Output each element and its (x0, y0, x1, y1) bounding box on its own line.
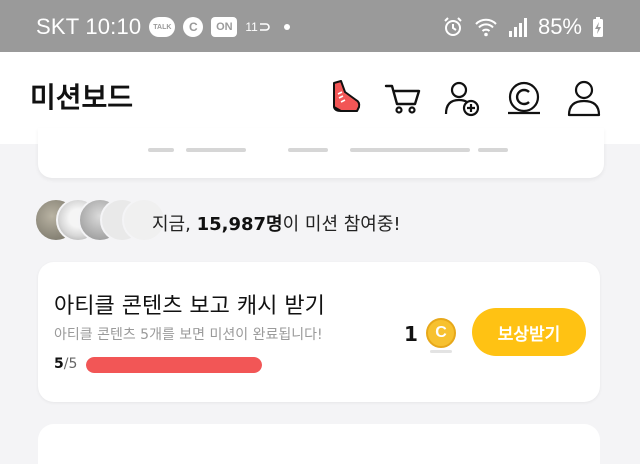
progress-bar (86, 357, 262, 373)
progress-count: 5/5 (54, 356, 78, 372)
carrier-time: SKT 10:10 (36, 14, 141, 40)
page-title: 미션보드 (30, 81, 134, 114)
battery-percent: 85% (537, 14, 582, 39)
mission-title: 아티클 콘텐츠 보고 캐시 받기 (54, 294, 325, 319)
participant-count: 15,987명 (196, 214, 283, 235)
wifi-icon (475, 18, 497, 37)
alarm-icon (444, 17, 462, 36)
clock: 10:10 (85, 14, 142, 39)
more-notifications-dot (283, 24, 290, 30)
faded-text (148, 148, 174, 152)
carrier-label: SKT (36, 14, 79, 39)
previous-mission-card[interactable] (38, 128, 604, 178)
c-notification-icon: C (183, 17, 204, 37)
coin-history-icon[interactable] (504, 78, 544, 118)
11st-notification-icon: 11 (245, 20, 270, 34)
next-mission-card[interactable] (38, 424, 600, 464)
coin-icon: C (426, 318, 456, 348)
faded-text (288, 148, 328, 152)
coin-shadow (430, 350, 452, 353)
faded-text (350, 148, 470, 152)
on-notification-icon: ON (211, 17, 238, 37)
faded-text (186, 148, 246, 152)
sneaker-icon[interactable] (325, 78, 365, 118)
claim-reward-button[interactable]: 보상받기 (472, 308, 586, 356)
status-left: SKT 10:10 TALK C ON 11 (36, 14, 290, 40)
participants-text: 지금, 15,987명이 미션 참여중! (152, 214, 401, 235)
signal-icon (508, 18, 527, 37)
mission-card[interactable]: 아티클 콘텐츠 보고 캐시 받기 아티클 콘텐츠 5개를 보면 미션이 완료됩니… (38, 262, 600, 402)
add-user-icon[interactable] (442, 78, 482, 118)
status-right: 85% (442, 14, 604, 40)
mission-description: 아티클 콘텐츠 5개를 보면 미션이 완료됩니다! (54, 327, 323, 343)
reward-amount: 1 (404, 322, 418, 346)
faded-text (478, 148, 508, 152)
progress-fill (86, 357, 262, 373)
participants-row: 지금, 15,987명이 미션 참여중! (34, 198, 634, 244)
status-bar: SKT 10:10 TALK C ON 11 85% (0, 0, 640, 52)
talk-notification-icon: TALK (149, 17, 176, 37)
cart-icon[interactable] (382, 78, 422, 118)
profile-icon[interactable] (564, 78, 604, 118)
battery-charging-icon (593, 17, 603, 37)
